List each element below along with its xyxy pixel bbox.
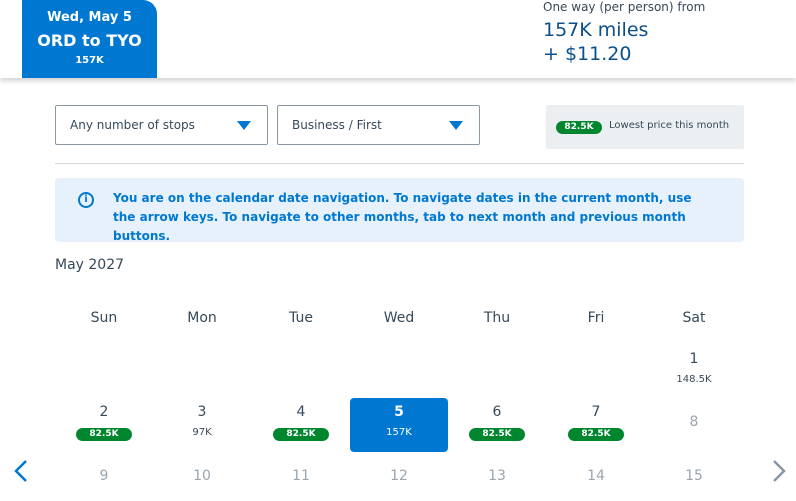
day-number: 14: [587, 468, 605, 484]
selected-date-tab[interactable]: Wed, May 5 ORD to TYO 157K: [22, 0, 157, 78]
fare-summary: One way (per person) from 157K miles + $…: [543, 0, 705, 65]
lowest-price-legend: 82.5K Lowest price this month: [546, 105, 744, 149]
chevron-down-icon: [237, 121, 251, 130]
fare-miles: 157K miles: [543, 19, 649, 41]
day-number: 11: [292, 468, 310, 484]
previous-month-button[interactable]: [12, 458, 30, 484]
day-number: 15: [685, 468, 703, 484]
weekday-mon: Mon: [187, 310, 217, 326]
legend-pill: 82.5K: [556, 121, 602, 134]
divider: [55, 163, 744, 164]
day-number: 7: [591, 404, 601, 420]
tab-date: Wed, May 5: [47, 10, 132, 25]
fare-label: One way (per person) from: [543, 0, 706, 14]
calendar-day-10: 10: [153, 452, 251, 501]
weekday-thu: Thu: [483, 310, 511, 326]
day-number: 1: [689, 351, 699, 367]
lowest-price-badge: 82.5K: [568, 428, 624, 441]
day-price: 148.5K: [676, 374, 712, 385]
month-title: May 2027: [55, 257, 125, 273]
info-banner: i You are on the calendar date navigatio…: [55, 178, 744, 243]
calendar-day-9: 9: [55, 452, 153, 501]
chevron-down-icon: [449, 121, 463, 130]
day-number: 10: [193, 468, 211, 484]
weekday-wed: Wed: [383, 310, 415, 326]
calendar-day-13: 13: [448, 452, 546, 501]
weekday-tue: Tue: [289, 310, 313, 326]
calendar-day-14: 14: [547, 452, 645, 501]
cabin-select-value: Business / First: [292, 118, 382, 132]
tab-miles: 157K: [75, 55, 104, 66]
info-icon: i: [78, 192, 94, 208]
weekday-fri: Fri: [587, 310, 605, 326]
fare-cash: + $11.20: [543, 43, 632, 65]
weekday-sat: Sat: [682, 310, 706, 326]
weekday-sun: Sun: [90, 310, 118, 326]
calendar-day-11: 11: [252, 452, 350, 501]
day-number: 3: [197, 404, 207, 420]
stops-select-value: Any number of stops: [70, 118, 195, 132]
calendar-day-8: 8: [645, 398, 743, 452]
next-month-button[interactable]: [770, 458, 788, 484]
tab-route: ORD to TYO: [37, 31, 142, 50]
day-price: 97K: [192, 427, 212, 438]
lowest-price-badge: 82.5K: [469, 428, 525, 441]
chevron-right-icon: [773, 460, 786, 482]
cabin-select[interactable]: Business / First: [277, 105, 480, 145]
day-number: 9: [99, 468, 109, 484]
calendar-day-7[interactable]: 7 82.5K: [547, 398, 645, 452]
header-bar: Wed, May 5 ORD to TYO 157K One way (per …: [0, 0, 796, 78]
day-price: 157K: [386, 427, 412, 438]
calendar-day-3[interactable]: 3 97K: [153, 398, 251, 452]
calendar-day-12: 12: [350, 452, 448, 501]
legend-text: Lowest price this month: [609, 120, 730, 131]
calendar-day-6[interactable]: 6 82.5K: [448, 398, 546, 452]
calendar-day-4[interactable]: 4 82.5K: [252, 398, 350, 452]
day-number: 8: [689, 414, 699, 430]
day-number: 6: [492, 404, 502, 420]
chevron-left-icon: [14, 460, 27, 482]
day-number: 5: [394, 404, 404, 420]
lowest-price-badge: 82.5K: [273, 428, 329, 441]
day-number: 12: [390, 468, 408, 484]
stops-select[interactable]: Any number of stops: [55, 105, 268, 145]
day-number: 13: [488, 468, 506, 484]
lowest-price-badge: 82.5K: [76, 428, 132, 441]
calendar-day-15: 15: [645, 452, 743, 501]
info-text: You are on the calendar date navigation.…: [113, 191, 692, 243]
calendar-day-5[interactable]: 5 157K: [350, 398, 448, 452]
calendar-day-2[interactable]: 2 82.5K: [55, 398, 153, 452]
day-number: 4: [296, 404, 306, 420]
day-number: 2: [99, 404, 109, 420]
calendar-day-1[interactable]: 1 148.5K: [645, 345, 743, 399]
